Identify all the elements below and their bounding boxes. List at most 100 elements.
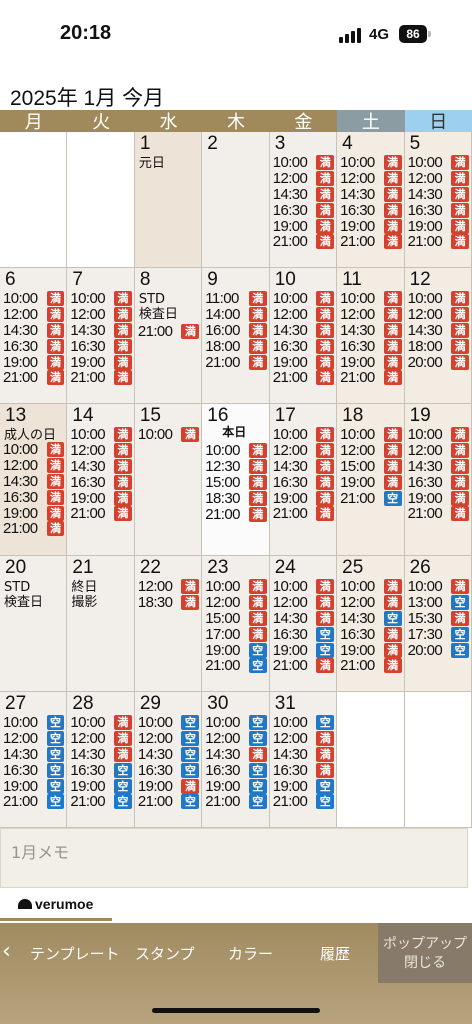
time-slot[interactable]: 21:00 満 xyxy=(408,506,469,522)
time-slot[interactable]: 19:00 満 xyxy=(273,490,335,506)
time-slot[interactable]: 16:30 空 xyxy=(3,762,65,778)
day-cell-19[interactable]: 19 10:00 満 12:00 満 14:30 満 16:30 満 19:00 満 21:00 満 xyxy=(404,404,472,556)
time-slot[interactable]: 18:30 満 xyxy=(205,490,267,506)
time-slot[interactable]: 21:00 空 xyxy=(138,794,200,810)
time-slot[interactable]: 16:30 満 xyxy=(3,489,65,505)
time-slot[interactable]: 12:00 満 xyxy=(70,443,132,459)
time-slot[interactable]: 21:00 満 xyxy=(340,658,402,674)
time-slot[interactable]: 12:00 満 xyxy=(408,307,469,323)
day-cell-2[interactable]: 2 xyxy=(202,132,270,268)
time-slot[interactable]: 19:00 満 xyxy=(408,218,469,234)
time-slot[interactable]: 12:00 空 xyxy=(205,731,267,747)
time-slot[interactable]: 14:30 満 xyxy=(273,322,335,339)
time-slot[interactable]: 19:00 満 xyxy=(70,354,132,370)
day-cell-25[interactable]: 25 10:00 満 12:00 満 14:30 空 16:30 満 19:00 満 21:00 満 xyxy=(337,556,405,692)
time-slot[interactable]: 16:30 満 xyxy=(273,338,335,354)
day-cell-17[interactable]: 17 10:00 満 12:00 満 14:30 満 16:30 満 19:00 満 21:00 満 xyxy=(269,404,338,556)
color-button[interactable]: カラー xyxy=(228,943,273,964)
time-slot[interactable]: 14:30 満 xyxy=(3,473,65,490)
day-cell-9[interactable]: 9 11:00 満 14:00 満 16:00 満 18:00 満 21:00 満 xyxy=(202,268,270,404)
day-cell-10[interactable]: 10 10:00 満 12:00 満 14:30 満 16:30 満 19:00 満 21:00 満 xyxy=(269,268,338,404)
time-slot[interactable]: 16:30 満 xyxy=(70,338,132,354)
time-slot[interactable]: 10:00 満 xyxy=(3,442,65,458)
time-slot[interactable]: 14:30 満 xyxy=(273,746,335,763)
time-slot[interactable]: 14:30 空 xyxy=(138,746,200,763)
time-slot[interactable]: 21:00 満 xyxy=(408,234,469,250)
time-slot[interactable]: 20:00 空 xyxy=(408,642,469,658)
time-slot[interactable]: 16:30 空 xyxy=(273,626,335,642)
time-slot[interactable]: 10:00 満 xyxy=(3,291,65,307)
time-slot[interactable]: 21:00 満 xyxy=(3,370,65,386)
time-slot[interactable]: 19:00 空 xyxy=(205,778,267,794)
day-cell-20[interactable]: 20 STD 検査日 xyxy=(0,556,68,692)
time-slot[interactable]: 10:00 満 xyxy=(205,443,267,459)
time-slot[interactable]: 19:00 満 xyxy=(3,354,65,370)
time-slot[interactable]: 21:00 満 xyxy=(340,234,402,250)
day-cell-29[interactable]: 29 10:00 空 12:00 空 14:30 空 16:30 空 19:00 満 21:00 空 xyxy=(134,692,203,828)
time-slot[interactable]: 21:00 満 xyxy=(273,234,335,250)
close-popup-button[interactable]: ポップアップ 閉じる xyxy=(378,923,472,983)
time-slot[interactable]: 10:00 満 xyxy=(70,291,132,307)
time-slot[interactable]: 18:00 満 xyxy=(408,338,469,354)
time-slot[interactable]: 16:30 満 xyxy=(408,474,469,490)
history-button[interactable]: 履歴 xyxy=(320,943,350,964)
time-slot[interactable]: 14:30 空 xyxy=(340,610,402,627)
day-cell-30[interactable]: 30 10:00 空 12:00 空 14:30 満 16:30 空 19:00 空 21:00 空 xyxy=(202,692,270,828)
day-cell-13[interactable]: 13 成人の日 10:00 満 12:00 満 14:30 満 16:30 満 19:00 満 21:0… xyxy=(0,404,68,556)
time-slot[interactable]: 16:30 満 xyxy=(340,626,402,642)
time-slot[interactable]: 15:00 満 xyxy=(205,610,267,627)
time-slot[interactable]: 16:30 満 xyxy=(273,762,335,778)
time-slot[interactable]: 19:00 空 xyxy=(273,642,335,658)
time-slot[interactable]: 12:00 満 xyxy=(340,595,402,611)
time-slot[interactable]: 12:00 満 xyxy=(3,307,65,323)
time-slot[interactable]: 19:00 空 xyxy=(273,778,335,794)
time-slot[interactable]: 10:00 満 xyxy=(273,291,335,307)
time-slot[interactable]: 21:00 空 xyxy=(70,794,132,810)
time-slot[interactable]: 12:00 満 xyxy=(3,458,65,474)
time-slot[interactable]: 19:00 満 xyxy=(340,642,402,658)
time-slot[interactable]: 12:00 満 xyxy=(340,171,402,187)
day-cell-18[interactable]: 18 10:00 満 12:00 満 15:00 満 19:00 満 21:00 空 xyxy=(337,404,405,556)
time-slot[interactable]: 10:00 満 xyxy=(340,155,402,171)
time-slot[interactable]: 19:00 満 xyxy=(340,354,402,370)
time-slot[interactable]: 11:00 満 xyxy=(205,291,267,307)
time-slot[interactable]: 14:00 満 xyxy=(205,307,267,323)
day-cell-11[interactable]: 11 10:00 満 12:00 満 14:30 満 16:30 満 19:00 満 21:00 満 xyxy=(337,268,405,404)
time-slot[interactable]: 21:00 満 xyxy=(205,506,267,522)
time-slot[interactable]: 19:00 満 xyxy=(340,218,402,234)
day-cell-16[interactable]: 16 本日 10:00 満 12:30 満 15:00 満 18:30 満 21:00 満 xyxy=(202,404,270,556)
time-slot[interactable]: 21:00 満 xyxy=(70,370,132,386)
day-cell-12[interactable]: 12 10:00 満 12:00 満 14:30 満 18:00 満 20:00 満 xyxy=(404,268,472,404)
time-slot[interactable]: 10:00 満 xyxy=(273,579,335,595)
time-slot[interactable]: 10:00 満 xyxy=(273,427,335,443)
time-slot[interactable]: 10:00 満 xyxy=(340,291,402,307)
time-slot[interactable]: 19:00 空 xyxy=(3,778,65,794)
time-slot[interactable]: 20:00 満 xyxy=(408,354,469,370)
time-slot[interactable]: 19:00 満 xyxy=(408,490,469,506)
time-slot[interactable]: 13:00 空 xyxy=(408,595,469,611)
time-slot[interactable]: 21:00 空 xyxy=(205,658,267,674)
time-slot[interactable]: 21:00 満 xyxy=(273,658,335,674)
template-button[interactable]: テンプレート xyxy=(30,943,120,964)
time-slot[interactable]: 21:00 満 xyxy=(3,521,65,537)
day-cell-14[interactable]: 14 10:00 満 12:00 満 14:30 満 16:30 満 19:00 満 21:00 満 xyxy=(67,404,135,556)
time-slot[interactable]: 14:30 満 xyxy=(70,458,132,475)
day-cell-24[interactable]: 24 10:00 満 12:00 満 14:30 満 16:30 空 19:00 空 21:00 満 xyxy=(269,556,338,692)
time-slot[interactable]: 21:00 満 xyxy=(273,506,335,522)
chevron-left-icon[interactable]: ‹ xyxy=(2,939,11,964)
time-slot[interactable]: 21:00 満 xyxy=(205,354,267,370)
time-slot[interactable]: 15:00 満 xyxy=(205,474,267,491)
time-slot[interactable]: 19:00 満 xyxy=(138,778,200,794)
time-slot[interactable]: 16:30 満 xyxy=(340,338,402,354)
time-slot[interactable]: 19:00 満 xyxy=(3,505,65,521)
stamp-button[interactable]: スタンプ xyxy=(135,943,195,964)
day-cell-21[interactable]: 21 終日 撮影 xyxy=(67,556,135,692)
time-slot[interactable]: 14:30 満 xyxy=(273,458,335,475)
time-slot[interactable]: 12:00 満 xyxy=(340,443,402,459)
time-slot[interactable]: 12:00 満 xyxy=(408,171,469,187)
time-slot[interactable]: 17:30 空 xyxy=(408,626,469,642)
time-slot[interactable]: 12:00 空 xyxy=(3,731,65,747)
time-slot[interactable]: 10:00 満 xyxy=(340,579,402,595)
time-slot[interactable]: 19:00 満 xyxy=(70,490,132,506)
time-slot[interactable]: 19:00 空 xyxy=(70,778,132,794)
